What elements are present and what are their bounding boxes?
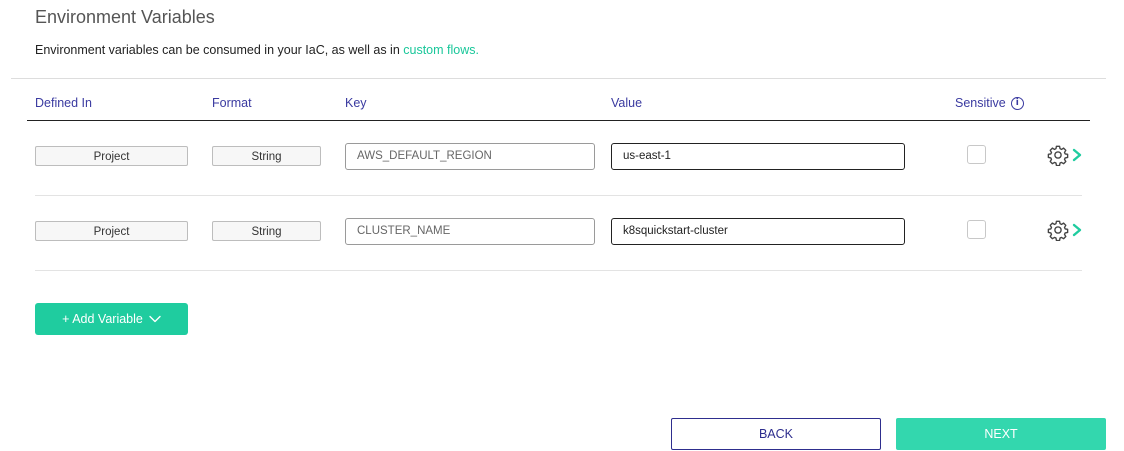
- value-input[interactable]: us-east-1: [611, 143, 905, 170]
- chevron-right-icon[interactable]: [1071, 223, 1083, 237]
- format-badge: String: [212, 221, 321, 241]
- info-icon[interactable]: i: [1010, 96, 1024, 110]
- header-sensitive: Sensitive i: [955, 96, 1024, 110]
- header-key: Key: [345, 96, 367, 110]
- sensitive-checkbox[interactable]: [967, 145, 986, 164]
- gear-icon[interactable]: [1047, 144, 1069, 166]
- defined-in-badge: Project: [35, 146, 188, 166]
- table-row: Project String CLUSTER_NAME k8squickstar…: [0, 218, 1124, 261]
- section-description: Environment variables can be consumed in…: [35, 43, 479, 57]
- header-format: Format: [212, 96, 252, 110]
- sensitive-checkbox[interactable]: [967, 220, 986, 239]
- key-input[interactable]: CLUSTER_NAME: [345, 218, 595, 245]
- format-badge: String: [212, 146, 321, 166]
- chevron-right-icon[interactable]: [1071, 148, 1083, 162]
- row-divider: [35, 195, 1082, 196]
- defined-in-badge: Project: [35, 221, 188, 241]
- environment-variables-page: Environment Variables Environment variab…: [0, 0, 1124, 451]
- description-text: Environment variables can be consumed in…: [35, 43, 400, 57]
- custom-flows-link[interactable]: custom flows.: [403, 43, 479, 57]
- header-value: Value: [611, 96, 643, 110]
- row-divider: [35, 270, 1082, 271]
- header-divider: [27, 120, 1090, 121]
- section-title: Environment Variables: [35, 7, 215, 27]
- divider: [11, 78, 1106, 79]
- value-input[interactable]: k8squickstart-cluster: [611, 218, 905, 245]
- add-variable-button[interactable]: + Add Variable: [35, 303, 188, 335]
- add-variable-label: + Add Variable: [62, 312, 143, 326]
- key-input[interactable]: AWS_DEFAULT_REGION: [345, 143, 595, 170]
- gear-icon[interactable]: [1047, 219, 1069, 241]
- header-defined-in: Defined In: [35, 96, 92, 110]
- next-button[interactable]: NEXT: [896, 418, 1106, 450]
- chevron-down-icon: [149, 315, 161, 323]
- back-button[interactable]: BACK: [671, 418, 881, 450]
- header-sensitive-label: Sensitive: [955, 96, 1006, 110]
- table-row: Project String AWS_DEFAULT_REGION us-eas…: [0, 143, 1124, 186]
